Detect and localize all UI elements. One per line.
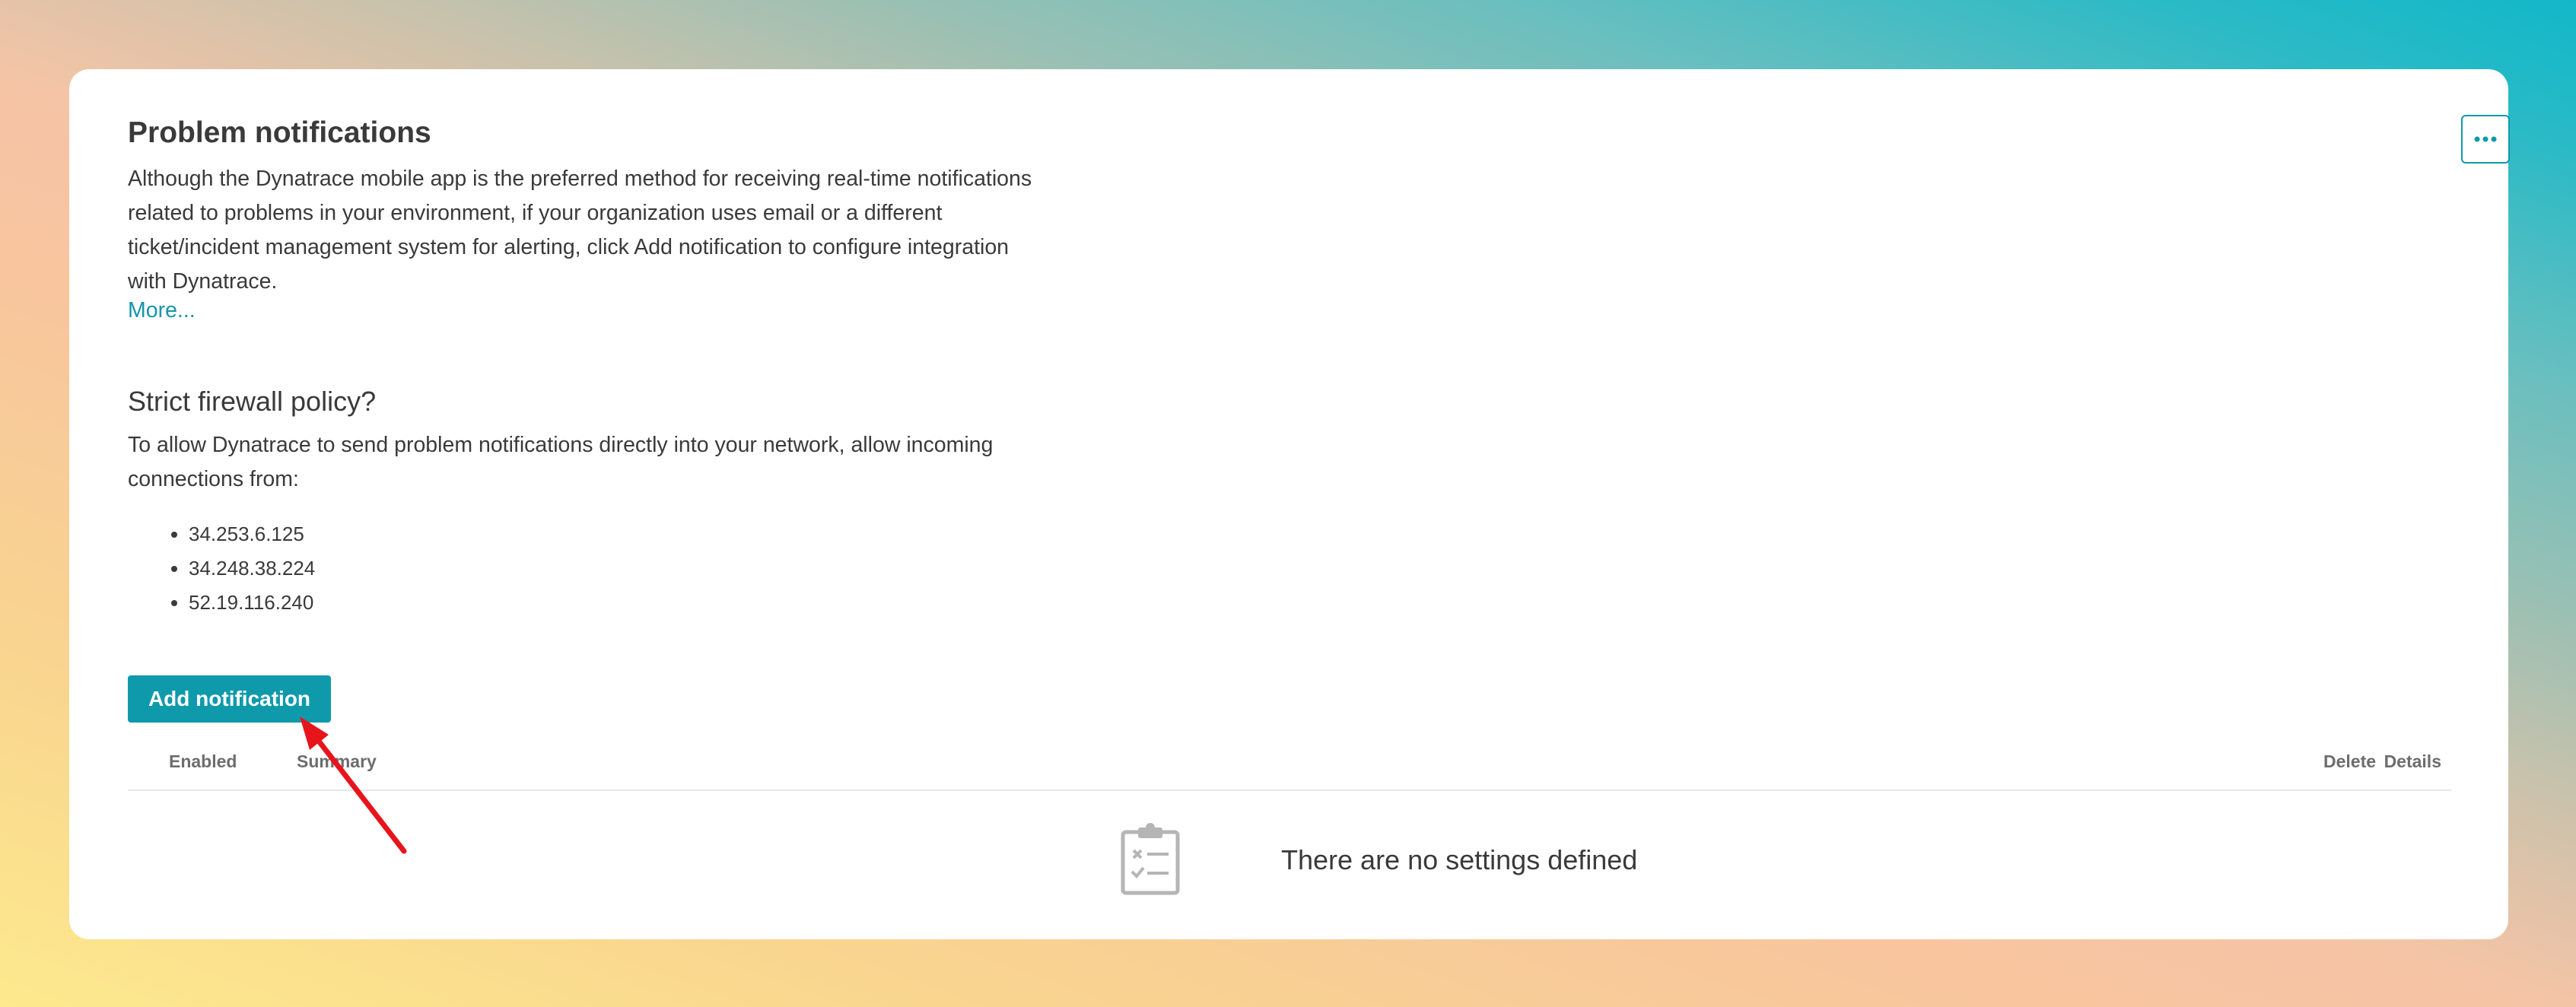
- clipboard-checklist-icon: [1121, 823, 1180, 895]
- settings-card: Problem notifications Although the Dynat…: [69, 69, 2510, 939]
- ip-list: 34.253.6.125 34.248.38.224 52.19.116.240: [128, 517, 315, 620]
- more-menu-button[interactable]: [2461, 115, 2510, 164]
- empty-state-text: There are no settings defined: [1281, 844, 1638, 875]
- annotation-arrow-icon: [300, 716, 407, 854]
- page-title: Problem notifications: [128, 116, 431, 149]
- column-details: Details: [2384, 751, 2441, 771]
- column-delete: Delete: [2323, 751, 2377, 771]
- ip-address: 34.248.38.224: [189, 551, 315, 586]
- firewall-title: Strict firewall policy?: [128, 386, 377, 417]
- column-enabled: Enabled: [169, 751, 237, 771]
- intro-text: Although the Dynatrace mobile app is the…: [128, 167, 1032, 294]
- ip-address: 34.253.6.125: [189, 517, 315, 551]
- firewall-description: To allow Dynatrace to send problem notif…: [128, 433, 994, 491]
- table-header: Enabled Summary Delete Details: [128, 750, 2451, 791]
- more-link[interactable]: More...: [128, 298, 196, 323]
- ip-address: 52.19.116.240: [189, 586, 315, 620]
- ellipsis-icon: [2474, 136, 2497, 142]
